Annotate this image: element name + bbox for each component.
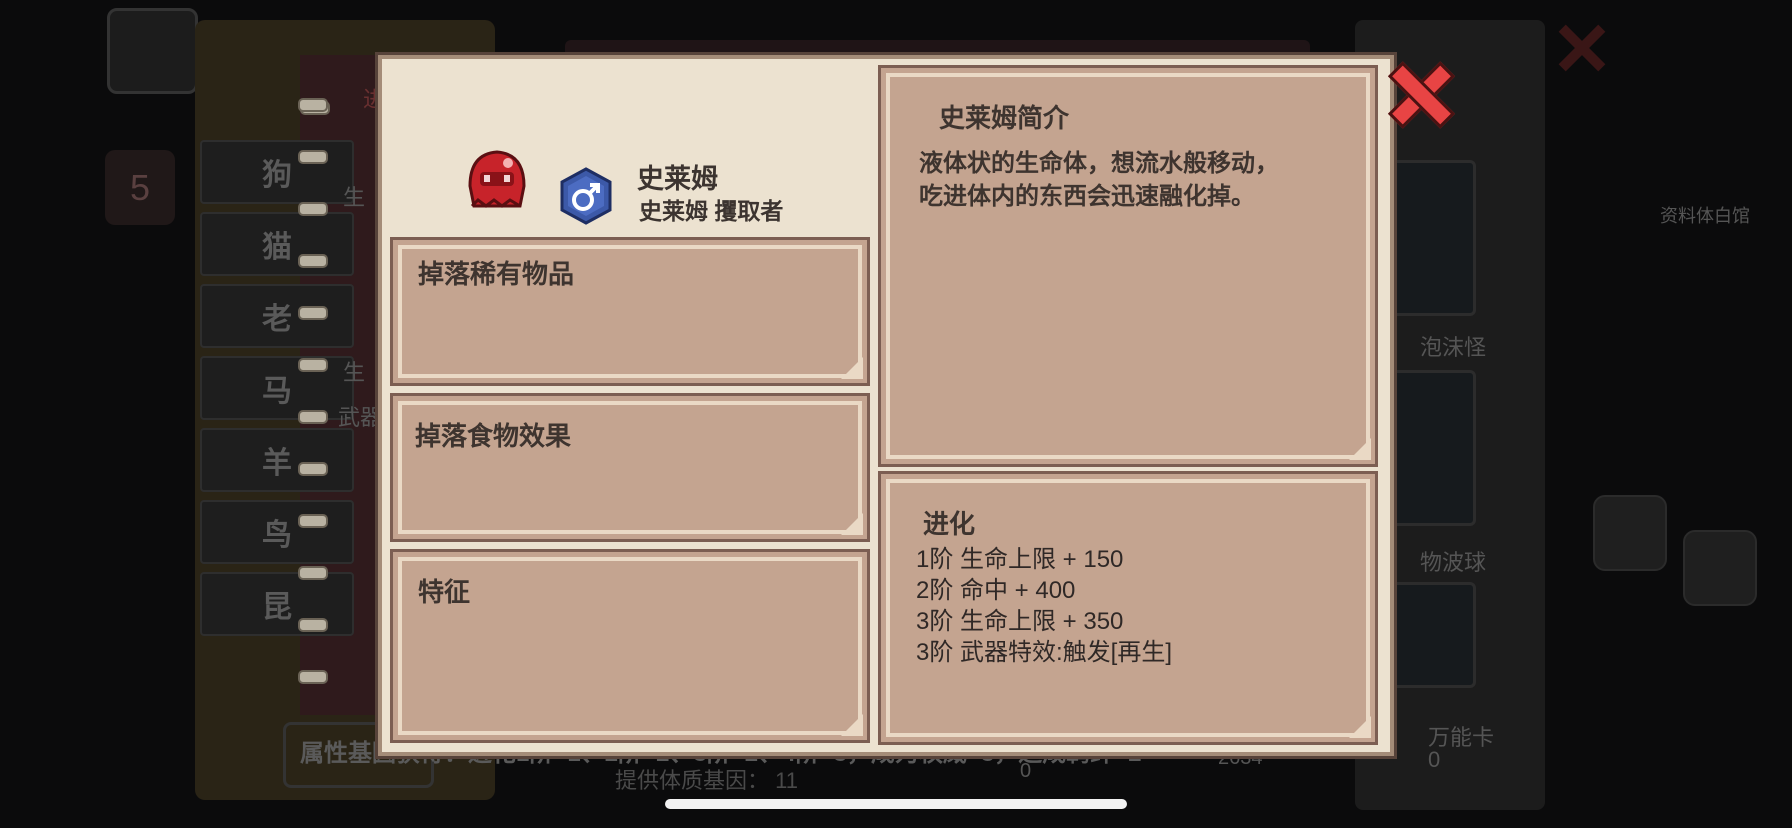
constitution-gene-text: 提供体质基因： 11	[615, 768, 798, 793]
category-item: 猫	[200, 212, 354, 276]
binder-ring	[298, 202, 328, 216]
binder-ring	[298, 410, 328, 424]
traits-title: 特征	[418, 577, 471, 607]
binder-ring	[298, 358, 328, 372]
monster-subtitle: 史莱姆 攫取者	[639, 198, 784, 224]
binder-ring	[298, 254, 328, 268]
card-count: 0	[1428, 747, 1441, 772]
evolution-line: 3阶 生命上限 + 350	[916, 608, 1124, 635]
evolution-line: 3阶 武器特效:触发[再生]	[916, 639, 1173, 666]
binder-ring	[298, 150, 328, 164]
card-label: 物波球	[1420, 550, 1487, 575]
card-label: 泡沫怪	[1420, 335, 1487, 360]
rare-drops-title: 掉落稀有物品	[418, 259, 575, 289]
binder-ring	[298, 514, 328, 528]
binder-ring	[298, 98, 328, 112]
category-item: 昆	[200, 572, 354, 636]
player-avatar	[107, 8, 198, 94]
monster-name: 史莱姆	[637, 164, 718, 194]
evolution-line: 2阶 命中 + 400	[916, 577, 1076, 604]
hex-button	[1683, 530, 1757, 606]
intro-title: 史莱姆简介	[939, 103, 1070, 133]
binder-ring	[298, 462, 328, 476]
monster-detail-dialog: 史莱姆 史莱姆 攫取者 掉落稀有物品 掉落食物效果 特征 史莱姆简介 液体状的生…	[300, 55, 1394, 756]
monster-header: 史莱姆 史莱姆 攫取者	[382, 59, 872, 234]
category-item: 狗	[200, 140, 354, 204]
evolution-card: 进化 1阶 生命上限 + 150 2阶 命中 + 400 3阶 生命上限 + 3…	[878, 471, 1378, 745]
side-label: 生	[343, 185, 366, 210]
side-label: 生	[343, 360, 366, 385]
evolution-line: 1阶 生命上限 + 150	[916, 546, 1124, 573]
rare-drops-card: 掉落稀有物品	[390, 237, 870, 386]
side-label: 资料体白馆	[1660, 206, 1750, 226]
level-badge: 5	[105, 150, 175, 225]
evolution-list: 1阶 生命上限 + 150 2阶 命中 + 400 3阶 生命上限 + 350 …	[916, 544, 1172, 668]
traits-card: 特征	[390, 549, 870, 743]
intro-card: 史莱姆简介 液体状的生命体，想流水般移动， 吃进体内的东西会迅速融化掉。	[878, 65, 1378, 467]
intro-text: 液体状的生命体，想流水般移动， 吃进体内的东西会迅速融化掉。	[919, 150, 1279, 210]
category-item: 羊	[200, 428, 354, 492]
home-indicator[interactable]	[665, 799, 1127, 809]
close-dialog-button[interactable]	[1383, 62, 1453, 122]
hex-button	[1593, 495, 1667, 571]
binder-ring	[298, 618, 328, 632]
slime-sprite-icon	[468, 150, 526, 208]
binder-ring	[298, 306, 328, 320]
category-item: 老	[200, 284, 354, 348]
category-item: 马	[200, 356, 354, 420]
food-effect-card: 掉落食物效果	[390, 393, 870, 542]
food-effect-title: 掉落食物效果	[415, 421, 572, 451]
binder-ring	[298, 566, 328, 580]
male-symbol-icon	[560, 167, 612, 225]
category-item: 鸟	[200, 500, 354, 564]
side-label: 武器	[338, 405, 383, 430]
close-icon	[1555, 20, 1607, 72]
evolution-title: 进化	[923, 509, 976, 539]
binder-ring	[298, 670, 328, 684]
